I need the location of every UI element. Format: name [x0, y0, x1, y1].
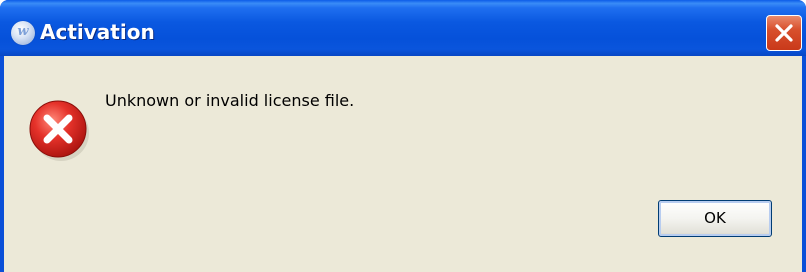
- close-icon: [775, 24, 793, 42]
- app-icon-letter: w: [17, 24, 29, 39]
- app-icon: w: [11, 21, 35, 45]
- activation-dialog: w Activation Unknown or invalid license …: [0, 0, 806, 272]
- window-title: Activation: [40, 20, 155, 44]
- error-message: Unknown or invalid license file.: [105, 91, 355, 110]
- error-icon: [29, 100, 89, 161]
- title-bar[interactable]: w Activation: [0, 0, 806, 56]
- close-button[interactable]: [766, 15, 802, 51]
- ok-button[interactable]: OK: [658, 200, 772, 237]
- dialog-body: Unknown or invalid license file. OK: [4, 56, 802, 272]
